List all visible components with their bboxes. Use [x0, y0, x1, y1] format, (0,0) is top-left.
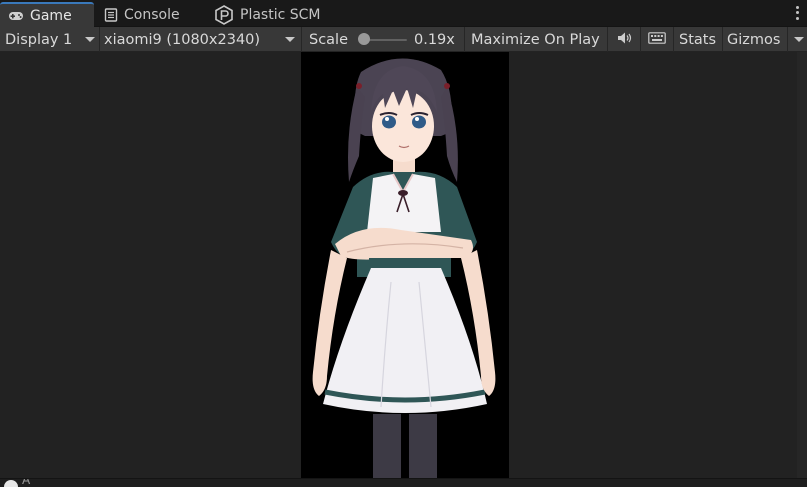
chevron-down-icon	[794, 37, 804, 42]
game-toolbar: Display 1 xiaomi9 (1080x2340) Scale 0.19…	[0, 27, 807, 52]
status-message: A	[22, 478, 31, 487]
vertical-scrollbar[interactable]	[797, 52, 807, 478]
scale-value: 0.19x	[414, 31, 455, 48]
status-bar: A	[0, 478, 807, 487]
toolbar-divider	[673, 27, 674, 52]
stats-button[interactable]: Stats	[679, 27, 716, 52]
game-render-area	[301, 52, 509, 478]
tab-label: Console	[124, 6, 180, 23]
more-options-icon[interactable]	[793, 5, 801, 21]
speaker-icon	[617, 31, 633, 49]
toolbar-divider	[607, 27, 608, 52]
tab-strip: Game Console Plastic SCM	[0, 0, 807, 27]
toolbar-divider	[301, 27, 302, 52]
chevron-down-icon	[285, 37, 295, 42]
gizmos-dropdown[interactable]	[792, 27, 806, 52]
gamepad-icon	[8, 10, 24, 22]
plastic-scm-icon	[214, 4, 234, 25]
tab-label: Game	[30, 7, 72, 24]
display-dropdown[interactable]: Display 1	[5, 27, 97, 52]
console-icon	[104, 7, 118, 22]
unity-game-window: Game Console Plastic SCM Display 1 xiaom…	[0, 0, 807, 487]
tab-console[interactable]: Console	[96, 2, 188, 27]
resolution-dropdown[interactable]: xiaomi9 (1080x2340)	[104, 27, 297, 52]
maximize-on-play-button[interactable]: Maximize On Play	[471, 27, 600, 52]
mute-audio-button[interactable]	[616, 27, 634, 52]
toolbar-divider	[99, 27, 100, 52]
shortcuts-button[interactable]	[646, 27, 668, 52]
toolbar-divider	[787, 27, 788, 52]
tab-game[interactable]: Game	[0, 2, 94, 27]
toolbar-divider	[640, 27, 641, 52]
tab-plastic-scm[interactable]: Plastic SCM	[206, 2, 328, 27]
keyboard-icon	[648, 31, 666, 48]
toolbar-divider	[464, 27, 465, 52]
resolution-value: xiaomi9 (1080x2340)	[104, 31, 261, 48]
game-view[interactable]	[0, 52, 807, 478]
chevron-down-icon	[85, 37, 95, 42]
anime-girl-character-image	[312, 58, 496, 478]
toolbar-divider	[722, 27, 723, 52]
tab-label: Plastic SCM	[240, 6, 321, 23]
gizmos-button[interactable]: Gizmos	[727, 27, 780, 52]
info-icon	[4, 480, 18, 487]
scale-slider-thumb[interactable]	[358, 33, 370, 45]
display-value: Display 1	[5, 31, 73, 48]
scale-label: Scale	[309, 31, 349, 48]
